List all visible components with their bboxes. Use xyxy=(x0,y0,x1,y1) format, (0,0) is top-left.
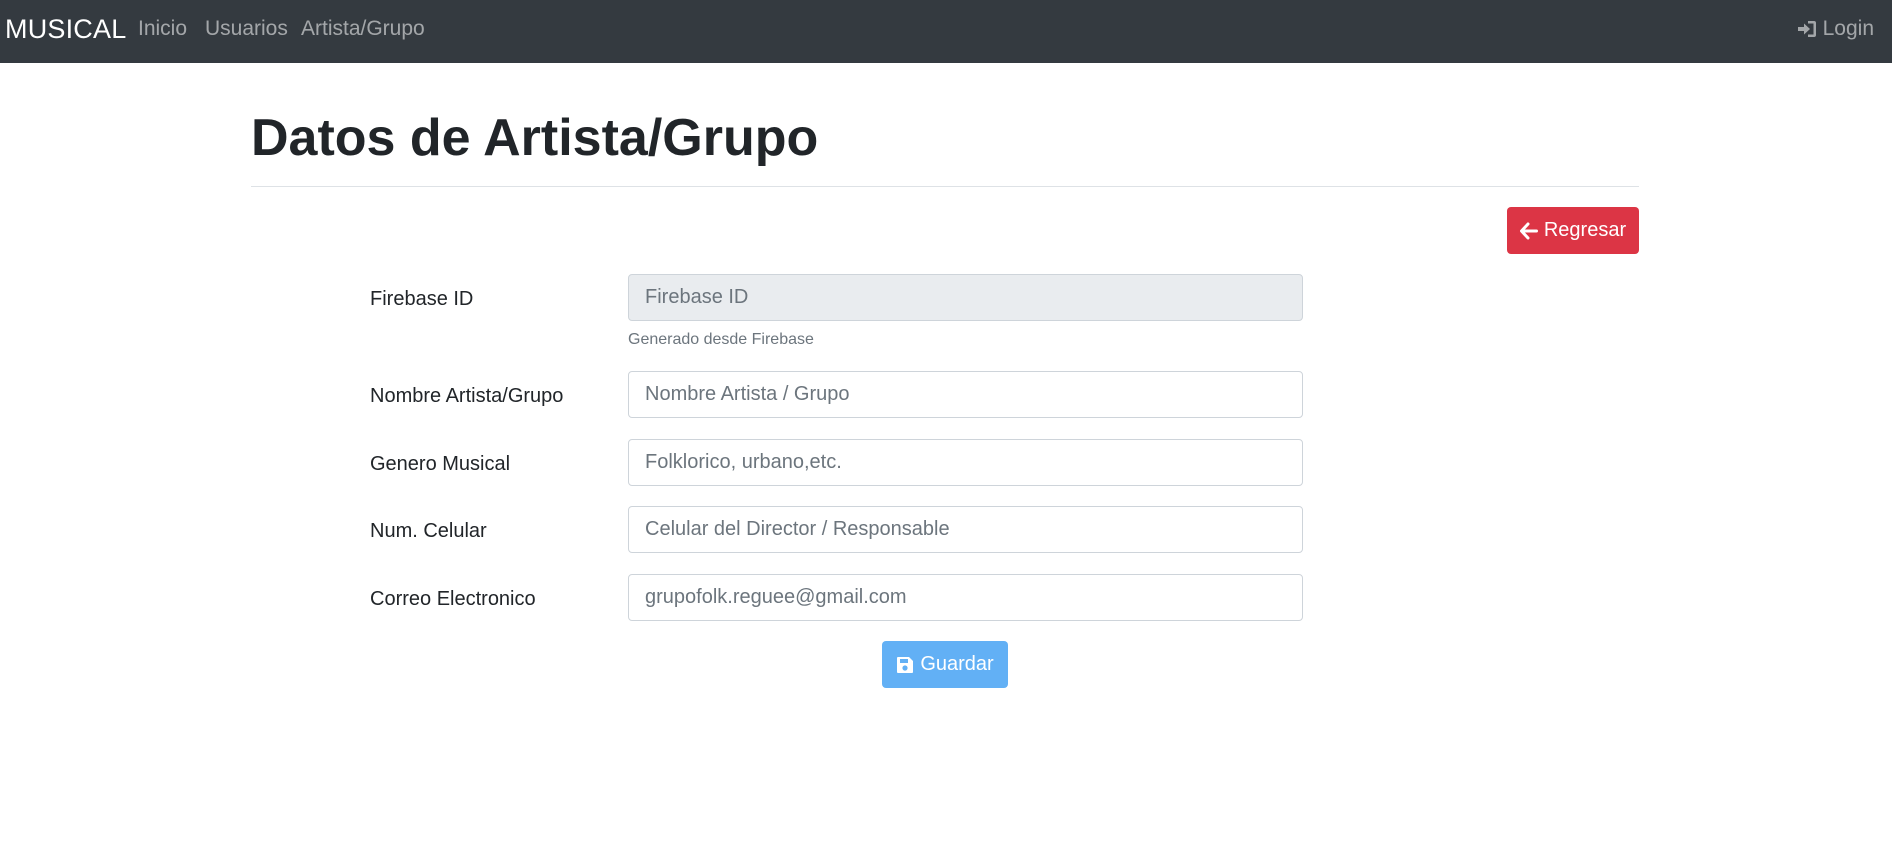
email-label: Correo Electronico xyxy=(370,588,536,610)
title-divider xyxy=(251,186,1639,187)
back-button[interactable]: Regresar xyxy=(1507,207,1639,254)
artist-name-label: Nombre Artista/Grupo xyxy=(370,385,564,407)
sign-in-icon xyxy=(1797,21,1816,37)
firebase-id-input[interactable] xyxy=(628,274,1303,321)
back-button-label: Regresar xyxy=(1543,219,1627,241)
firebase-id-help: Generado desde Firebase xyxy=(628,331,814,348)
login-link[interactable]: Login xyxy=(1797,16,1874,42)
navbar: MUSICAL Inicio Usuarios Artista/Grupo Lo… xyxy=(0,0,1892,63)
email-input[interactable] xyxy=(628,574,1303,621)
nav-link-usuarios[interactable]: Usuarios xyxy=(205,16,288,42)
music-genre-input[interactable] xyxy=(628,439,1303,486)
artist-name-input[interactable] xyxy=(628,371,1303,418)
nav-link-inicio[interactable]: Inicio xyxy=(138,16,187,42)
login-label: Login xyxy=(1822,17,1874,40)
firebase-id-label: Firebase ID xyxy=(370,288,474,310)
floppy-disk-icon xyxy=(897,656,914,673)
phone-label: Num. Celular xyxy=(370,520,487,542)
phone-input[interactable] xyxy=(628,506,1303,553)
page-title: Datos de Artista/Grupo xyxy=(251,109,819,167)
save-button[interactable]: Guardar xyxy=(882,641,1008,688)
nav-link-artista-grupo[interactable]: Artista/Grupo xyxy=(301,16,425,42)
arrow-left-icon xyxy=(1519,222,1538,239)
music-genre-label: Genero Musical xyxy=(370,453,511,475)
navbar-brand[interactable]: MUSICAL xyxy=(5,13,126,45)
save-button-label: Guardar xyxy=(920,653,994,675)
